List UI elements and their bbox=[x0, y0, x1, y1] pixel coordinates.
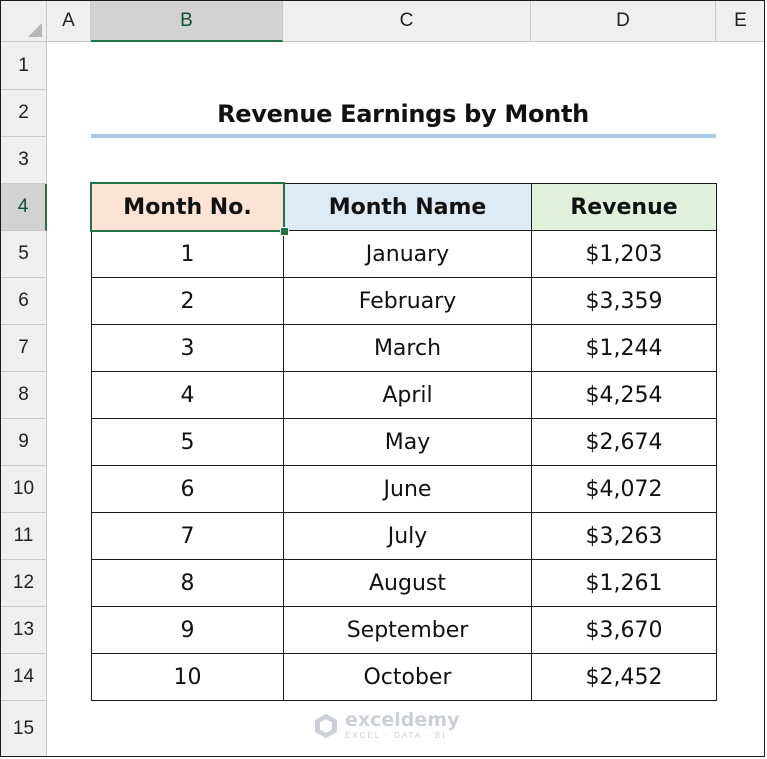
cell-revenue[interactable]: $2,674 bbox=[531, 418, 717, 466]
cell-month-name[interactable]: May bbox=[283, 418, 532, 466]
table-row: 1 January $1,203 bbox=[91, 230, 717, 278]
header-month-no[interactable]: Month No. bbox=[91, 183, 284, 231]
table-row: 8 August $1,261 bbox=[91, 559, 717, 607]
select-all-icon bbox=[28, 23, 42, 37]
cell-revenue[interactable]: $3,263 bbox=[531, 512, 717, 560]
cell-month-no[interactable]: 1 bbox=[91, 230, 284, 278]
cell-month-name[interactable]: February bbox=[283, 277, 532, 325]
table-row: 2 February $3,359 bbox=[91, 277, 717, 325]
row-header-11[interactable]: 11 bbox=[1, 513, 47, 560]
column-header-a[interactable]: A bbox=[47, 1, 91, 42]
fill-handle[interactable] bbox=[280, 227, 289, 236]
table-row: 6 June $4,072 bbox=[91, 465, 717, 513]
row-header-7[interactable]: 7 bbox=[1, 325, 47, 372]
row-header-2[interactable]: 2 bbox=[1, 90, 47, 137]
table-row: 5 May $2,674 bbox=[91, 418, 717, 466]
exceldemy-logo-icon bbox=[315, 713, 337, 738]
cell-month-no[interactable]: 10 bbox=[91, 653, 284, 701]
row-header-13[interactable]: 13 bbox=[1, 607, 47, 654]
table-row: 10 October $2,452 bbox=[91, 653, 717, 701]
column-header-b[interactable]: B bbox=[91, 1, 283, 42]
header-revenue[interactable]: Revenue bbox=[531, 183, 717, 231]
header-month-name[interactable]: Month Name bbox=[283, 183, 532, 231]
cell-month-no[interactable]: 4 bbox=[91, 371, 284, 419]
row-header-1[interactable]: 1 bbox=[1, 42, 47, 90]
cell-revenue[interactable]: $4,072 bbox=[531, 465, 717, 513]
cell-revenue[interactable]: $1,203 bbox=[531, 230, 717, 278]
table-row: 3 March $1,244 bbox=[91, 324, 717, 372]
row-header-3[interactable]: 3 bbox=[1, 137, 47, 184]
cell-month-name[interactable]: January bbox=[283, 230, 532, 278]
watermark-name: exceldemy bbox=[345, 709, 460, 731]
table-row: 9 September $3,670 bbox=[91, 606, 717, 654]
cell-month-no[interactable]: 9 bbox=[91, 606, 284, 654]
cell-month-no[interactable]: 8 bbox=[91, 559, 284, 607]
row-header-5[interactable]: 5 bbox=[1, 231, 47, 278]
cell-month-name[interactable]: April bbox=[283, 371, 532, 419]
row-header-14[interactable]: 14 bbox=[1, 654, 47, 701]
table-header-row: Month No. Month Name Revenue bbox=[91, 183, 717, 231]
row-header-15[interactable]: 15 bbox=[1, 701, 47, 756]
cell-revenue[interactable]: $1,244 bbox=[531, 324, 717, 372]
sheet-title[interactable]: Revenue Earnings by Month bbox=[91, 92, 715, 136]
cell-month-no[interactable]: 2 bbox=[91, 277, 284, 325]
watermark-tagline: EXCEL · DATA · BI bbox=[345, 731, 447, 740]
select-all-corner[interactable] bbox=[1, 1, 47, 42]
row-header-6[interactable]: 6 bbox=[1, 278, 47, 325]
cell-revenue[interactable]: $3,670 bbox=[531, 606, 717, 654]
row-header-10[interactable]: 10 bbox=[1, 466, 47, 513]
cell-month-name[interactable]: July bbox=[283, 512, 532, 560]
watermark: exceldemy EXCEL · DATA · BI bbox=[313, 711, 459, 740]
cell-month-name[interactable]: September bbox=[283, 606, 532, 654]
table-row: 4 April $4,254 bbox=[91, 371, 717, 419]
revenue-table: Month No. Month Name Revenue 1 January $… bbox=[91, 183, 717, 701]
cell-revenue[interactable]: $4,254 bbox=[531, 371, 717, 419]
row-header-4[interactable]: 4 bbox=[1, 184, 47, 231]
cell-revenue[interactable]: $2,452 bbox=[531, 653, 717, 701]
cell-revenue[interactable]: $3,359 bbox=[531, 277, 717, 325]
row-header-9[interactable]: 9 bbox=[1, 419, 47, 466]
cell-month-no[interactable]: 3 bbox=[91, 324, 284, 372]
row-header-8[interactable]: 8 bbox=[1, 372, 47, 419]
cell-month-no[interactable]: 7 bbox=[91, 512, 284, 560]
cell-month-no[interactable]: 6 bbox=[91, 465, 284, 513]
cell-month-no[interactable]: 5 bbox=[91, 418, 284, 466]
table-row: 7 July $3,263 bbox=[91, 512, 717, 560]
row-header-12[interactable]: 12 bbox=[1, 560, 47, 607]
title-underline bbox=[91, 134, 716, 138]
cell-month-name[interactable]: June bbox=[283, 465, 532, 513]
column-header-d[interactable]: D bbox=[531, 1, 716, 42]
column-header-e[interactable]: E bbox=[716, 1, 764, 42]
cell-month-name[interactable]: October bbox=[283, 653, 532, 701]
cell-revenue[interactable]: $1,261 bbox=[531, 559, 717, 607]
cell-month-name[interactable]: August bbox=[283, 559, 532, 607]
column-header-c[interactable]: C bbox=[283, 1, 531, 42]
spreadsheet-window: A B C D E 1 2 3 4 5 6 7 8 9 10 11 12 13 … bbox=[0, 0, 765, 757]
cell-month-name[interactable]: March bbox=[283, 324, 532, 372]
